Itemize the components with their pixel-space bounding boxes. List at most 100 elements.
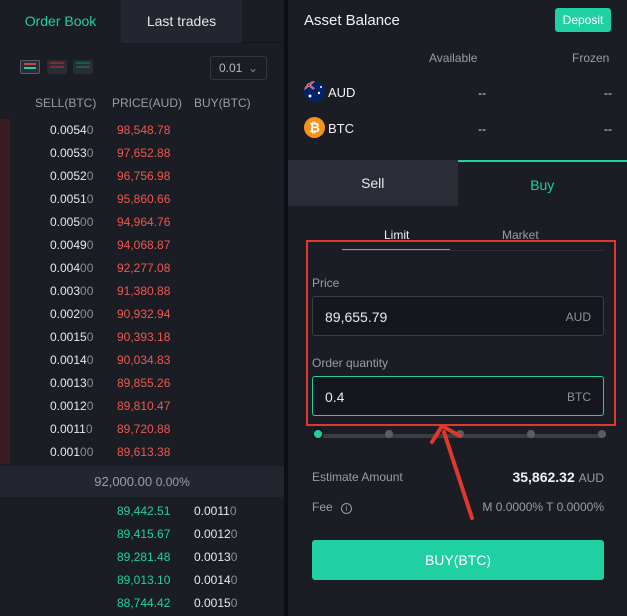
ask-depth-bar — [0, 188, 10, 211]
slider-step-75[interactable] — [527, 430, 535, 438]
ask-amount: 0.00400 — [50, 261, 94, 275]
ask-depth-bar — [0, 211, 10, 234]
col-available: Available — [429, 51, 478, 65]
ask-price: 91,380.88 — [117, 284, 171, 298]
ask-row[interactable]: 0.00540 98,548.78 — [0, 119, 284, 142]
bid-price: 89,013.10 — [117, 573, 171, 587]
ask-amount: 0.00100 — [50, 445, 94, 459]
ask-price: 97,652.88 — [117, 146, 171, 160]
ask-depth-bar — [0, 326, 10, 349]
ask-row[interactable]: 0.00400 92,277.08 — [0, 257, 284, 280]
view-asks-icon[interactable] — [47, 60, 67, 74]
ask-row[interactable]: 0.00530 97,652.88 — [0, 142, 284, 165]
tab-order-book[interactable]: Order Book — [0, 0, 121, 43]
ask-depth-bar — [0, 165, 10, 188]
bitcoin-icon: ₿ — [304, 117, 325, 138]
header-sell: SELL(BTC) — [35, 96, 97, 110]
ask-row[interactable]: 0.00490 94,068.87 — [0, 234, 284, 257]
trade-panel: Asset Balance Deposit Available Frozen A… — [288, 0, 627, 616]
ask-row[interactable]: 0.00140 90,034.83 — [0, 349, 284, 372]
aud-available: -- — [478, 86, 486, 100]
ask-row[interactable]: 0.00130 89,855.26 — [0, 372, 284, 395]
order-book-panel: Order Book Last trades 0.01 ⌄ SELL(BTC) … — [0, 0, 284, 616]
bid-row[interactable]: 89,281.48 0.00130 — [0, 546, 284, 569]
ask-price: 98,548.78 — [117, 123, 171, 137]
bid-price: 89,442.51 — [117, 504, 171, 518]
ask-row[interactable]: 0.00300 91,380.88 — [0, 280, 284, 303]
chevron-down-icon: ⌄ — [247, 61, 258, 75]
ask-amount: 0.00130 — [50, 376, 94, 390]
ask-depth-bar — [0, 119, 10, 142]
tab-last-trades[interactable]: Last trades — [121, 0, 242, 43]
ask-amount: 0.00520 — [50, 169, 94, 183]
ask-price: 94,068.87 — [117, 238, 171, 252]
ask-row[interactable]: 0.00110 89,720.88 — [0, 418, 284, 441]
ask-depth-bar — [0, 234, 10, 257]
bid-row[interactable]: 89,013.10 0.00140 — [0, 569, 284, 592]
ask-price: 90,932.94 — [117, 307, 171, 321]
ask-amount: 0.00300 — [50, 284, 94, 298]
slider-step-100[interactable] — [598, 430, 606, 438]
ask-row[interactable]: 0.00510 95,860.66 — [0, 188, 284, 211]
ask-amount: 0.00150 — [50, 330, 94, 344]
side-tabs: Sell Buy — [288, 160, 627, 206]
ask-price: 89,613.38 — [117, 445, 171, 459]
tab-sell[interactable]: Sell — [288, 160, 458, 206]
ask-amount: 0.00140 — [50, 353, 94, 367]
bid-row[interactable]: 89,415.67 0.00120 — [0, 523, 284, 546]
col-frozen: Frozen — [572, 51, 610, 65]
ask-depth-bar — [0, 257, 10, 280]
ask-row[interactable]: 0.00100 89,613.38 — [0, 441, 284, 464]
bid-amount: 0.00140 — [194, 573, 238, 587]
bid-price: 88,744.42 — [117, 596, 171, 610]
ask-amount: 0.00200 — [50, 307, 94, 321]
ask-row[interactable]: 0.00500 94,964.76 — [0, 211, 284, 234]
bid-price: 89,415.67 — [117, 527, 171, 541]
ask-price: 90,393.18 — [117, 330, 171, 344]
ask-row[interactable]: 0.00120 89,810.47 — [0, 395, 284, 418]
tab-buy[interactable]: Buy — [457, 160, 627, 206]
fee-label: Fee — [312, 500, 333, 514]
ask-row[interactable]: 0.00150 90,393.18 — [0, 326, 284, 349]
ask-depth-bar — [0, 349, 10, 372]
fee-value: M 0.0000% T 0.0000% — [482, 500, 604, 514]
ask-amount: 0.00510 — [50, 192, 94, 206]
ask-price: 90,034.83 — [117, 353, 171, 367]
ask-depth-bar — [0, 395, 10, 418]
ask-amount: 0.00530 — [50, 146, 94, 160]
slider-handle[interactable] — [312, 428, 324, 440]
view-both-icon[interactable] — [20, 60, 40, 74]
estimate-amount: 35,862.32 AUD — [512, 469, 604, 485]
estimate-unit: AUD — [578, 471, 604, 485]
highlight-box — [306, 240, 616, 426]
red-arrow-annotation — [430, 424, 474, 520]
buy-btc-button[interactable]: BUY(BTC) — [312, 540, 604, 580]
mid-price: 92,000.00 0.00% — [0, 466, 284, 497]
ask-row[interactable]: 0.00520 96,756.98 — [0, 165, 284, 188]
au-flag-icon — [304, 81, 325, 102]
bid-amount: 0.00150 — [194, 596, 238, 610]
view-bids-icon[interactable] — [73, 60, 93, 74]
ask-row[interactable]: 0.00200 90,932.94 — [0, 303, 284, 326]
ask-price: 89,855.26 — [117, 376, 171, 390]
asset-aud-name: AUD — [328, 85, 356, 100]
btc-available: -- — [478, 122, 486, 136]
deposit-button[interactable]: Deposit — [555, 8, 611, 32]
mid-price-value: 92,000.00 — [94, 474, 153, 489]
ask-depth-bar — [0, 418, 10, 441]
precision-select[interactable]: 0.01 ⌄ — [210, 56, 267, 80]
bid-amount: 0.00120 — [194, 527, 238, 541]
ask-depth-bar — [0, 372, 10, 395]
ask-price: 96,756.98 — [117, 169, 171, 183]
info-icon[interactable]: i — [341, 503, 353, 514]
bid-amount: 0.00130 — [194, 550, 238, 564]
bid-amount: 0.00110 — [194, 504, 237, 518]
ask-amount: 0.00500 — [50, 215, 94, 229]
bid-row[interactable]: 88,744.42 0.00150 — [0, 592, 284, 615]
estimate-value: 35,862.32 — [512, 469, 575, 485]
fee-label-row: Fee i — [312, 500, 353, 514]
bid-row[interactable]: 89,442.51 0.00110 — [0, 500, 284, 523]
aud-frozen: -- — [604, 86, 612, 100]
ask-amount: 0.00490 — [50, 238, 94, 252]
slider-step-25[interactable] — [385, 430, 393, 438]
